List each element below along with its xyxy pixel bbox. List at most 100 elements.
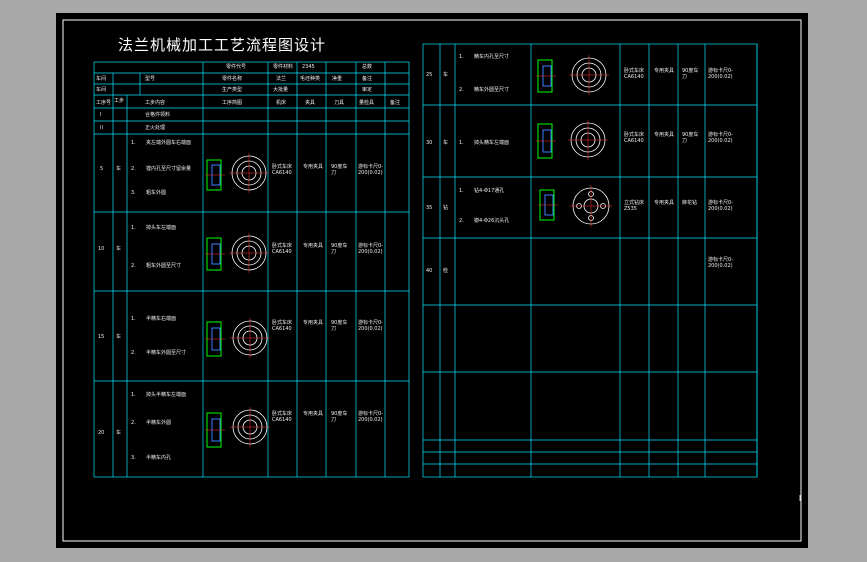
op5-step2: 2.: [131, 166, 136, 172]
col-header-0: 工序号: [96, 100, 112, 106]
col-header-1: 工步: [114, 98, 125, 104]
op25-type: 车: [443, 72, 449, 78]
op20-step3: 3.: [131, 455, 136, 461]
header-blank-label: 毛坯种类: [300, 76, 321, 82]
op35-type: 钻: [443, 205, 449, 211]
header-production-value: 大批量: [273, 87, 289, 93]
op10-no: 10: [98, 246, 105, 252]
op15-fixture: 专用夹具: [303, 320, 324, 326]
op30-machine: 卧式车床CA6140: [624, 132, 645, 144]
op35-step1: 1.: [459, 188, 464, 194]
col-header-7: 量检具: [359, 100, 375, 106]
op20-tool: 90度车刀: [331, 411, 348, 423]
op5-no: 5: [100, 166, 104, 172]
op40-no: 40: [426, 268, 433, 274]
op35-fixture: 专用夹具: [654, 200, 675, 206]
op30-text1: 掉头精车左端面: [474, 140, 510, 146]
op10-fixture: 专用夹具: [303, 243, 324, 249]
op20-type: 车: [116, 430, 122, 436]
header-part-no-extra: 2345: [302, 64, 315, 70]
op15-step2: 2.: [131, 350, 136, 356]
header-part-name-label: 零件名称: [222, 76, 243, 82]
col-header-5: 夹具: [305, 100, 316, 106]
op25-step1: 1.: [459, 54, 464, 60]
header-workshop-label-2: 车间: [96, 87, 107, 93]
header-total-label: 总数: [362, 64, 373, 70]
op35-no: 35: [426, 205, 433, 211]
op30-tool: 90度车刀: [682, 132, 699, 144]
op10-tool: 90度车刀: [331, 243, 348, 255]
op20-text2: 半精车外圆: [146, 420, 172, 426]
row-II-no: II: [100, 125, 103, 131]
op35-machine: 立式钻床Z535: [624, 200, 645, 212]
op30-gauge: 游标卡尺0-200(0.02): [708, 132, 733, 144]
op25-gauge: 游标卡尺0-200(0.02): [708, 68, 733, 80]
op5-text2: 镗内孔至尺寸留余量: [146, 166, 192, 172]
op20-no: 20: [98, 430, 105, 436]
op40-gauge: 游标卡尺0-200(0.02): [708, 257, 733, 269]
op10-text1: 掉头车左端面: [146, 225, 177, 231]
op25-text1: 精车内孔至尺寸: [474, 54, 510, 60]
op35-gauge: 游标卡尺0-200(0.02): [708, 200, 733, 212]
header-production-label: 生产类型: [222, 87, 243, 93]
op25-step2: 2.: [459, 87, 464, 93]
col-header-3: 工序简图: [222, 100, 243, 106]
op5-fixture: 专用夹具: [303, 164, 324, 170]
op30-no: 30: [426, 140, 433, 146]
op15-text1: 半精车右端面: [146, 316, 177, 322]
op10-text2: 粗车外圆至尺寸: [146, 263, 182, 269]
op20-fixture: 专用夹具: [303, 411, 324, 417]
drawing-canvas: [56, 13, 808, 548]
col-header-6: 刀具: [334, 100, 345, 106]
col-header-2: 工步内容: [145, 100, 166, 106]
row-I-no: I: [100, 112, 102, 118]
op30-type: 车: [443, 140, 449, 146]
row-I-content: 合格件领料: [145, 112, 171, 118]
header-part-name-value: 法兰: [276, 76, 287, 82]
op10-step2: 2.: [131, 263, 136, 269]
op10-machine: 卧式车床CA6140: [272, 243, 293, 255]
op5-tool: 90度车刀: [331, 164, 348, 176]
op35-tool: 麻花钻: [682, 200, 698, 206]
op15-tool: 90度车刀: [331, 320, 348, 332]
header-model-label: 型号: [145, 76, 156, 82]
op5-step1: 1.: [131, 140, 136, 146]
op15-type: 车: [116, 334, 122, 340]
op15-gauge: 游标卡尺0-200(0.02): [358, 320, 383, 332]
header-parts-label: 备注: [362, 76, 373, 82]
page-title: 法兰机械加工工艺流程图设计: [118, 36, 327, 54]
op25-no: 25: [426, 72, 433, 78]
op5-text3: 粗车外圆: [146, 190, 167, 196]
op20-step2: 2.: [131, 420, 136, 426]
op25-fixture: 专用夹具: [654, 68, 675, 74]
op5-machine: 卧式车床CA6140: [272, 164, 293, 176]
op20-step1: 1.: [131, 392, 136, 398]
col-header-8: 备注: [390, 100, 401, 106]
op30-step1: 1.: [459, 140, 464, 146]
op5-gauge: 游标卡尺0-200(0.02): [358, 164, 383, 176]
op35-text2: 锪4-Φ26沉头孔: [474, 218, 510, 224]
op25-tool: 90度车刀: [682, 68, 699, 80]
op5-step3: 3.: [131, 190, 136, 196]
op15-text2: 半精车外圆至尺寸: [146, 350, 187, 356]
op20-machine: 卧式车床CA6140: [272, 411, 293, 423]
header-workshop-label: 车间: [96, 76, 107, 82]
op20-text3: 半精车内孔: [146, 455, 172, 461]
op35-step2: 2.: [459, 218, 464, 224]
op15-machine: 卧式车床CA6140: [272, 320, 293, 332]
op5-type: 车: [116, 166, 122, 172]
header-date-label: 审定: [362, 87, 373, 93]
op20-gauge: 游标卡尺0-200(0.02): [358, 411, 383, 423]
op35-text1: 钻4-Φ17通孔: [474, 188, 505, 194]
op20-text1: 掉头半精车左端面: [146, 392, 187, 398]
op5-text1: 夹左端外圆车右端面: [146, 140, 192, 146]
col-header-4: 机床: [276, 100, 287, 106]
op40-type: 检: [443, 268, 449, 274]
op25-text2: 精车外圆至尺寸: [474, 87, 510, 93]
row-II-content: 正火处理: [145, 125, 166, 131]
op15-no: 15: [98, 334, 105, 340]
op10-gauge: 游标卡尺0-200(0.02): [358, 243, 383, 255]
op10-step1: 1.: [131, 225, 136, 231]
op30-fixture: 专用夹具: [654, 132, 675, 138]
op15-step1: 1.: [131, 316, 136, 322]
